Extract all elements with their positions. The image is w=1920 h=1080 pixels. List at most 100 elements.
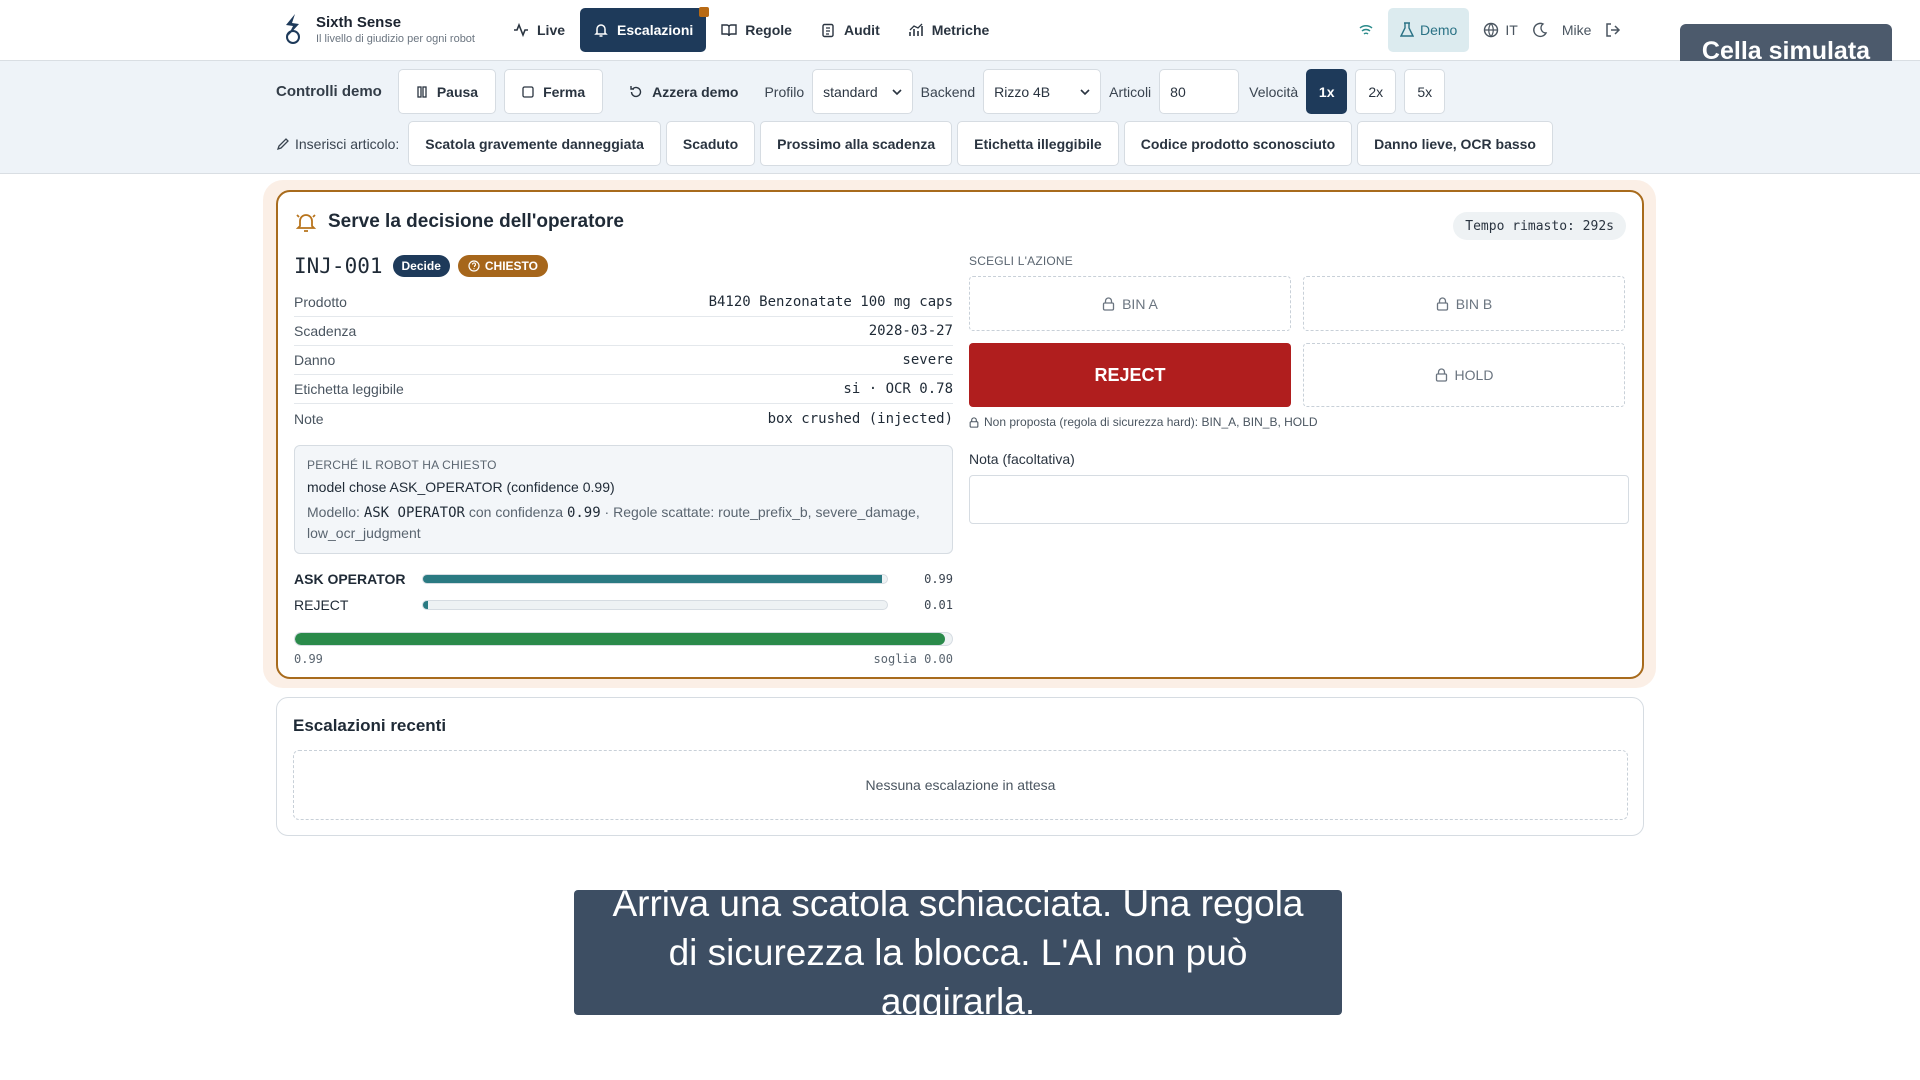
- field-value: box crushed (injected): [767, 410, 953, 427]
- backend-select[interactable]: Rizzo 4B: [983, 69, 1102, 114]
- logout-icon[interactable]: [1605, 22, 1621, 38]
- speed-1x-button[interactable]: 1x: [1306, 69, 1348, 114]
- why-detail: Modello: ASK OPERATOR con confidenza 0.9…: [307, 502, 940, 543]
- speed-5x-button[interactable]: 5x: [1404, 69, 1446, 114]
- reject-button[interactable]: REJECT: [969, 343, 1291, 407]
- reset-label: Azzera demo: [652, 83, 739, 100]
- why-title: PERCHÉ IL ROBOT HA CHIESTO: [307, 458, 497, 472]
- field-key: Scadenza: [294, 323, 357, 339]
- field-key: Prodotto: [294, 294, 347, 310]
- confidence-track: [294, 632, 953, 646]
- panel-title: Serve la decisione dell'operatore: [294, 210, 624, 234]
- field-row: Danno severe: [294, 346, 953, 375]
- caption-overlay: Arriva una scatola schiacciata. Una rego…: [574, 883, 1342, 1022]
- item-header: INJ-001 Decide CHIESTO: [294, 252, 953, 280]
- hold-button[interactable]: HOLD: [1303, 343, 1625, 407]
- status-badge: CHIESTO: [457, 255, 548, 277]
- field-row: Etichetta leggibile si · OCR 0.78: [294, 375, 953, 404]
- user-name[interactable]: Mike: [1562, 22, 1592, 38]
- nav-label: Audit: [843, 22, 880, 38]
- inject-unknown-code-button[interactable]: Codice prodotto sconosciuto: [1123, 121, 1353, 166]
- bin-b-label: BIN B: [1455, 295, 1493, 312]
- bell-icon: [593, 22, 609, 38]
- probability-fill: [423, 601, 428, 609]
- lock-icon: [1102, 296, 1115, 311]
- stop-icon: [522, 85, 534, 98]
- top-nav: Sixth Sense Il livello di giudizio per o…: [0, 0, 1920, 61]
- probability-value: 0.99: [924, 572, 953, 586]
- pause-icon: [416, 85, 428, 98]
- profile-value: standard: [823, 83, 878, 100]
- bin-a-button[interactable]: BIN A: [969, 276, 1291, 331]
- inject-near-expiry-button[interactable]: Prossimo alla scadenza: [760, 121, 953, 166]
- field-value: si · OCR 0.78: [843, 381, 953, 397]
- app-tagline: Il livello di giudizio per ogni robot: [316, 32, 475, 45]
- logo-icon: [280, 12, 306, 46]
- field-value: 2028-03-27: [868, 323, 953, 339]
- inject-severe-damage-button[interactable]: Scatola gravemente danneggiata: [408, 121, 661, 166]
- probability-label: ASK OPERATOR: [294, 571, 406, 587]
- field-row: Prodotto B4120 Benzonatate 100 mg caps: [294, 288, 953, 317]
- probability-track: [422, 600, 888, 610]
- lock-icon: [1436, 296, 1449, 311]
- articles-label: Articoli: [1109, 83, 1152, 100]
- nav-right: Demo IT Mike: [1358, 8, 1621, 52]
- confidence-fill: [295, 633, 946, 645]
- nav-item-metriche[interactable]: Metriche: [895, 8, 1003, 52]
- probability-track: [422, 574, 888, 584]
- nav-item-live[interactable]: Live: [500, 8, 578, 52]
- bell-ring-icon: [294, 210, 318, 234]
- note-input[interactable]: [969, 475, 1629, 524]
- stop-button[interactable]: Ferma: [504, 69, 604, 114]
- bin-b-button[interactable]: BIN B: [1303, 276, 1625, 331]
- backend-value: Rizzo 4B: [994, 83, 1051, 100]
- pause-label: Pausa: [436, 83, 479, 100]
- question-icon: [468, 260, 480, 272]
- speed-2x-button[interactable]: 2x: [1355, 69, 1397, 114]
- demo-controls: Controlli demo Pausa Ferma Azzera demo P…: [0, 61, 1920, 174]
- field-key: Note: [294, 410, 324, 427]
- inject-row: Inserisci articolo: Scatola gravemente d…: [276, 121, 1553, 166]
- nav-label: Regole: [745, 22, 792, 38]
- inject-light-damage-button[interactable]: Danno lieve, OCR basso: [1357, 121, 1553, 166]
- reset-icon: [629, 85, 643, 99]
- mode-badge: Decide: [392, 255, 450, 277]
- language-switch[interactable]: IT: [1483, 22, 1518, 38]
- clipboard-icon: [820, 22, 836, 38]
- probability-bars: ASK OPERATOR 0.99 REJECT 0.01: [294, 566, 953, 618]
- articles-input[interactable]: 80: [1159, 69, 1240, 114]
- reset-demo-button[interactable]: Azzera demo: [611, 69, 756, 114]
- controls-title: Controlli demo: [276, 83, 382, 100]
- globe-icon: [1483, 22, 1499, 38]
- moon-icon[interactable]: [1532, 22, 1548, 38]
- profile-label: Profilo: [764, 83, 805, 100]
- nav-item-audit[interactable]: Audit: [807, 8, 893, 52]
- note-label: Nota (facoltativa): [969, 451, 1075, 467]
- demo-toggle[interactable]: Demo: [1388, 8, 1470, 52]
- field-row: Note box crushed (injected): [294, 404, 953, 433]
- decision-panel: Serve la decisione dell'operatore Tempo …: [276, 190, 1644, 679]
- profile-select[interactable]: standard: [812, 69, 913, 114]
- app-name: Sixth Sense: [316, 13, 402, 31]
- speed-label: Velocità: [1249, 83, 1299, 100]
- bin-a-label: BIN A: [1122, 295, 1158, 312]
- probability-value: 0.01: [924, 598, 953, 612]
- language-label: IT: [1505, 22, 1518, 38]
- inject-expired-button[interactable]: Scaduto: [665, 121, 756, 166]
- nav-item-regole[interactable]: Regole: [708, 8, 805, 52]
- field-value: B4120 Benzonatate 100 mg caps: [708, 294, 953, 310]
- nav-item-escalazioni[interactable]: Escalazioni: [580, 7, 710, 52]
- field-row: Scadenza 2028-03-27: [294, 317, 953, 346]
- brand[interactable]: Sixth Sense Il livello di giudizio per o…: [280, 12, 475, 46]
- nav-label: Live: [537, 22, 566, 38]
- book-icon: [721, 22, 737, 38]
- why-main: model chose ASK_OPERATOR (confidence 0.9…: [307, 479, 615, 495]
- item-id: INJ-001: [294, 254, 383, 278]
- chevron-down-icon: [1080, 87, 1090, 97]
- probability-row: REJECT 0.01: [294, 592, 953, 618]
- field-key: Danno: [294, 352, 336, 368]
- recent-title: Escalazioni recenti: [293, 716, 447, 735]
- inject-unreadable-label-button[interactable]: Etichetta illeggibile: [957, 121, 1119, 166]
- recent-escalations: Escalazioni recenti Nessuna escalazione …: [276, 697, 1644, 836]
- pause-button[interactable]: Pausa: [397, 69, 497, 114]
